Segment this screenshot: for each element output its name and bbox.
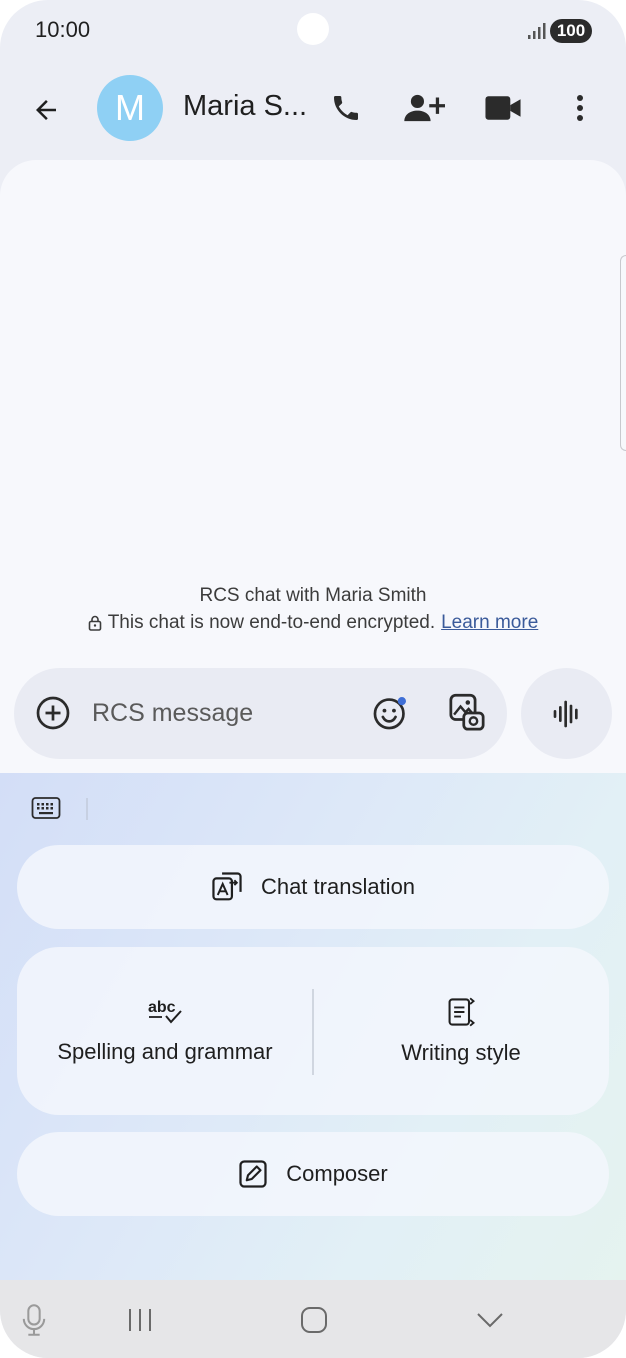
navigation-bar — [0, 1280, 626, 1358]
status-bar: 10:00 100 — [0, 0, 626, 62]
more-options-button[interactable] — [560, 84, 600, 132]
back-button[interactable] — [22, 86, 70, 134]
recents-icon — [129, 1309, 151, 1331]
voice-message-button[interactable] — [521, 668, 612, 759]
phone-icon — [334, 96, 358, 120]
spelling-grammar-label: Spelling and grammar — [57, 1039, 273, 1064]
video-call-button[interactable] — [479, 84, 527, 132]
front-camera — [297, 13, 329, 45]
composer-button[interactable]: Composer — [17, 1132, 609, 1216]
writing-assist-panel: Chat translation abc Spelling and gramma… — [0, 773, 626, 1280]
scroll-handle[interactable] — [620, 255, 626, 451]
svg-text:abc: abc — [148, 999, 176, 1016]
recents-button[interactable] — [118, 1290, 162, 1350]
writing-tools-card: abc Spelling and grammar Writing style — [17, 947, 609, 1115]
hide-keyboard-button[interactable] — [468, 1290, 512, 1350]
home-icon — [301, 1307, 327, 1333]
edit-icon — [239, 1160, 267, 1188]
voice-waveform-icon — [553, 700, 578, 727]
chat-translation-button[interactable]: Chat translation — [17, 845, 609, 929]
status-time: 10:00 — [35, 17, 91, 42]
keyboard-icon — [31, 797, 61, 819]
mic-icon — [22, 1304, 46, 1336]
chat-info-title: RCS chat with Maria Smith — [199, 585, 427, 606]
chat-translation-label: Chat translation — [260, 874, 416, 899]
writing-style-label: Writing style — [401, 1040, 521, 1065]
emoji-icon — [373, 697, 406, 730]
avatar[interactable]: M — [97, 75, 163, 141]
person-add-icon — [404, 94, 445, 122]
contact-name[interactable]: Maria S... — [183, 90, 307, 123]
home-button[interactable] — [292, 1290, 336, 1350]
lock-icon — [88, 615, 102, 631]
voice-input-button[interactable] — [12, 1290, 56, 1350]
battery-indicator: 100 — [550, 19, 592, 43]
writing-style-icon — [448, 997, 475, 1027]
more-vert-icon — [577, 95, 583, 121]
emoji-button[interactable] — [369, 692, 411, 734]
call-button[interactable] — [322, 84, 370, 132]
spelling-grammar-button[interactable]: abc Spelling and grammar — [17, 947, 313, 1115]
composer-label: Composer — [286, 1161, 388, 1186]
translate-icon — [212, 872, 242, 901]
signal-icon — [528, 23, 546, 39]
learn-more-link[interactable]: Learn more — [441, 612, 538, 634]
gallery-button[interactable] — [445, 690, 489, 736]
message-input[interactable] — [92, 696, 362, 730]
chat-info: RCS chat with Maria Smith This chat is n… — [0, 585, 626, 634]
add-circle-icon — [36, 696, 70, 730]
toolbar-divider — [86, 798, 88, 820]
spellcheck-icon: abc — [148, 999, 182, 1024]
encryption-notice: This chat is now end-to-end encrypted. L… — [0, 612, 626, 634]
add-person-button[interactable] — [400, 84, 448, 132]
arrow-back-icon — [36, 100, 56, 120]
gallery-icon — [449, 693, 485, 731]
writing-style-button[interactable]: Writing style — [313, 947, 609, 1115]
keyboard-toggle-button[interactable] — [28, 793, 64, 823]
chat-area[interactable]: RCS chat with Maria Smith This chat is n… — [0, 160, 626, 775]
video-camera-icon — [485, 96, 521, 120]
encryption-text: This chat is now end-to-end encrypted. — [107, 612, 436, 633]
conversation-header: M Maria S... — [0, 62, 626, 157]
phone-screen: 10:00 100 M Maria S... RCS chat with Mar… — [0, 0, 626, 1358]
add-attachment-button[interactable] — [32, 692, 74, 734]
chevron-down-icon — [477, 1313, 503, 1328]
compose-bar — [14, 668, 507, 759]
